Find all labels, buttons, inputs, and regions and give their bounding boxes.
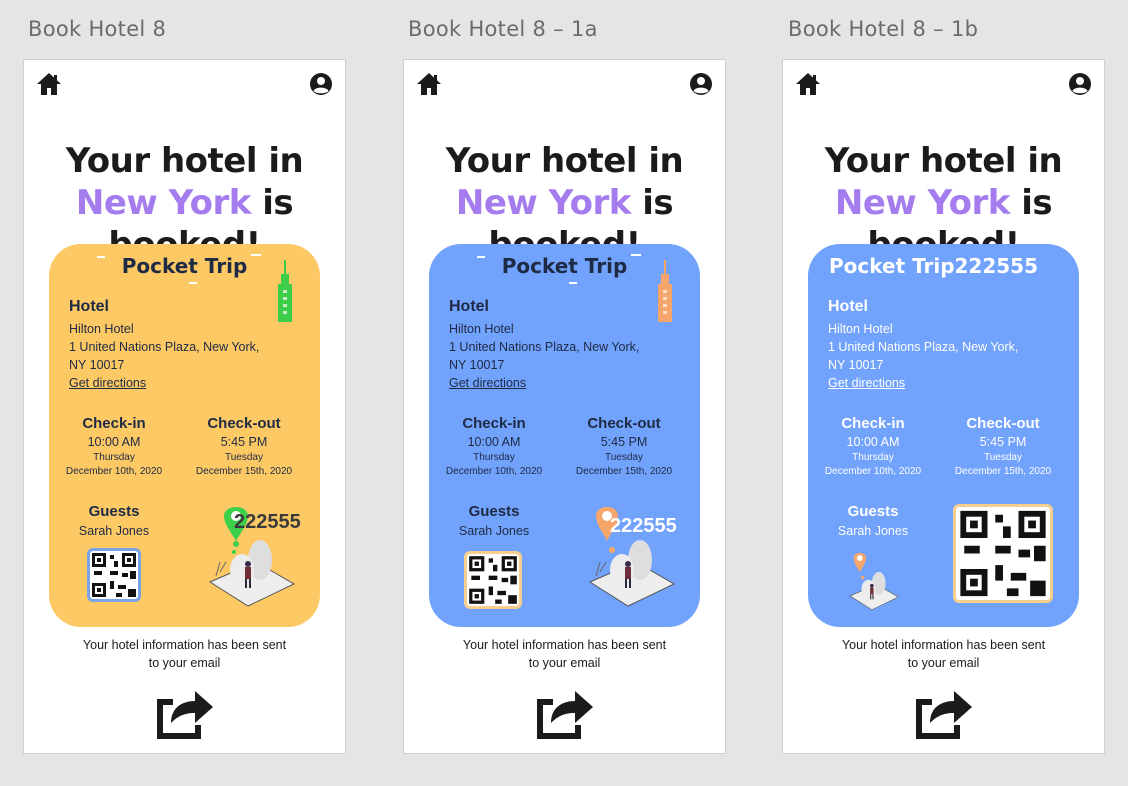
user-account-icon[interactable] — [689, 72, 713, 96]
hotel-details: Hilton Hotel 1 United Nations Plaza, New… — [449, 320, 659, 374]
checkout-day: Tuesday — [225, 452, 263, 463]
checkout-time: 5:45 PM — [979, 435, 1027, 449]
hotel-name: Hilton Hotel — [449, 322, 514, 336]
checkin-day: Thursday — [852, 452, 894, 463]
booking-card: Pocket Trip 222555 Hotel Hilton Hotel 1 … — [808, 244, 1079, 627]
address-line-1: 1 United Nations Plaza, New York, — [69, 340, 260, 354]
share-icon[interactable] — [153, 685, 215, 741]
confirmation-code: 222555 — [234, 511, 301, 533]
guests-block: Guests Sarah Jones — [808, 503, 938, 538]
guests-block: Guests Sarah Jones — [429, 503, 559, 538]
checkout-day: Tuesday — [605, 452, 643, 463]
title-city: New York — [75, 183, 252, 223]
user-account-icon[interactable] — [309, 72, 333, 96]
checkout-block: Check-out 5:45 PM Tuesday December 15th,… — [559, 415, 689, 479]
checkin-time: 10:00 AM — [846, 435, 900, 449]
hotel-details: Hilton Hotel 1 United Nations Plaza, New… — [69, 320, 279, 374]
skyscraper-icon — [278, 260, 292, 322]
address-line-2: NY 10017 — [828, 358, 884, 372]
checkin-block: Check-in 10:00 AM Thursday December 10th… — [808, 415, 938, 479]
email-notice: Your hotel information has been sent to … — [783, 636, 1104, 672]
checkout-day: Tuesday — [984, 452, 1022, 463]
hotel-heading: Hotel — [828, 298, 868, 315]
checkout-label: Check-out — [966, 415, 1040, 432]
confirmation-code: 222555 — [954, 254, 1039, 278]
checkin-time: 10:00 AM — [467, 435, 521, 449]
checkin-date: December 10th, 2020 — [65, 466, 163, 477]
title-city: New York — [455, 183, 632, 223]
title-pre: Your hotel in — [445, 141, 684, 181]
checkin-date: December 10th, 2020 — [445, 466, 543, 477]
hotel-heading: Hotel — [69, 298, 109, 315]
checkout-block: Check-out 5:45 PM Tuesday December 15th,… — [179, 415, 309, 479]
hotel-details: Hilton Hotel 1 United Nations Plaza, New… — [828, 320, 1038, 374]
guests-label: Guests — [847, 503, 899, 520]
guest-name: Sarah Jones — [837, 524, 909, 538]
qr-code-icon[interactable] — [953, 504, 1053, 603]
get-directions-link[interactable]: Get directions — [449, 376, 526, 390]
qr-code-icon[interactable] — [87, 548, 141, 602]
checkin-day: Thursday — [473, 452, 515, 463]
address-line-1: 1 United Nations Plaza, New York, — [828, 340, 1019, 354]
email-notice-line-1: Your hotel information has been sent — [82, 638, 287, 652]
skyscraper-icon — [658, 260, 672, 322]
email-notice-line-1: Your hotel information has been sent — [841, 638, 1046, 652]
share-icon[interactable] — [533, 685, 595, 741]
title-pre: Your hotel in — [824, 141, 1063, 181]
checkout-date: December 15th, 2020 — [575, 466, 673, 477]
share-icon[interactable] — [912, 685, 974, 741]
address-line-2: NY 10017 — [69, 358, 125, 372]
booking-card: Pocket Trip Hotel Hilton Hotel 1 United … — [429, 244, 700, 627]
hotel-heading: Hotel — [449, 298, 489, 315]
checkout-time: 5:45 PM — [600, 435, 648, 449]
get-directions-link[interactable]: Get directions — [828, 376, 905, 390]
email-notice-line-2: to your email — [528, 656, 601, 670]
guests-block: Guests Sarah Jones — [49, 503, 179, 538]
checkin-time: 10:00 AM — [87, 435, 141, 449]
booking-card: Pocket Trip Hotel Hilton Hotel 1 United … — [49, 244, 320, 627]
checkout-block: Check-out 5:45 PM Tuesday December 15th,… — [938, 415, 1068, 479]
checkout-label: Check-out — [587, 415, 661, 432]
checkin-label: Check-in — [462, 415, 526, 432]
checkin-date: December 10th, 2020 — [824, 466, 922, 477]
checkout-label: Check-out — [207, 415, 281, 432]
email-notice-line-2: to your email — [148, 656, 221, 670]
frame-label: Book Hotel 8 – 1a — [408, 17, 598, 41]
email-notice: Your hotel information has been sent to … — [24, 636, 345, 672]
guest-name: Sarah Jones — [78, 524, 150, 538]
home-icon[interactable] — [794, 71, 822, 97]
home-icon[interactable] — [35, 71, 63, 97]
phone-frame: Your hotel in New York is booked! Pocket… — [403, 59, 726, 754]
checkout-time: 5:45 PM — [220, 435, 268, 449]
frame-label: Book Hotel 8 – 1b — [788, 17, 979, 41]
hotel-name: Hilton Hotel — [69, 322, 134, 336]
address-line-2: NY 10017 — [449, 358, 505, 372]
checkin-label: Check-in — [82, 415, 146, 432]
location-pin-traveler-illustration — [849, 552, 899, 611]
guests-label: Guests — [88, 503, 140, 520]
qr-code-icon[interactable] — [464, 551, 522, 609]
user-account-icon[interactable] — [1068, 72, 1092, 96]
address-line-1: 1 United Nations Plaza, New York, — [449, 340, 640, 354]
title-city: New York — [834, 183, 1011, 223]
title-pre: Your hotel in — [65, 141, 304, 181]
phone-frame: Your hotel in New York is booked! Pocket… — [782, 59, 1105, 754]
home-icon[interactable] — [415, 71, 443, 97]
guest-name: Sarah Jones — [458, 524, 530, 538]
email-notice-line-1: Your hotel information has been sent — [462, 638, 667, 652]
checkin-day: Thursday — [93, 452, 135, 463]
checkin-block: Check-in 10:00 AM Thursday December 10th… — [429, 415, 559, 479]
get-directions-link[interactable]: Get directions — [69, 376, 146, 390]
checkin-block: Check-in 10:00 AM Thursday December 10th… — [49, 415, 179, 479]
checkout-date: December 15th, 2020 — [954, 466, 1052, 477]
checkin-label: Check-in — [841, 415, 905, 432]
email-notice: Your hotel information has been sent to … — [404, 636, 725, 672]
frame-label: Book Hotel 8 — [28, 17, 167, 41]
phone-frame: Your hotel in New York is booked! Pocket… — [23, 59, 346, 754]
email-notice-line-2: to your email — [907, 656, 980, 670]
guests-label: Guests — [468, 503, 520, 520]
confirmation-code: 222555 — [610, 515, 677, 537]
checkout-date: December 15th, 2020 — [195, 466, 293, 477]
hotel-name: Hilton Hotel — [828, 322, 893, 336]
